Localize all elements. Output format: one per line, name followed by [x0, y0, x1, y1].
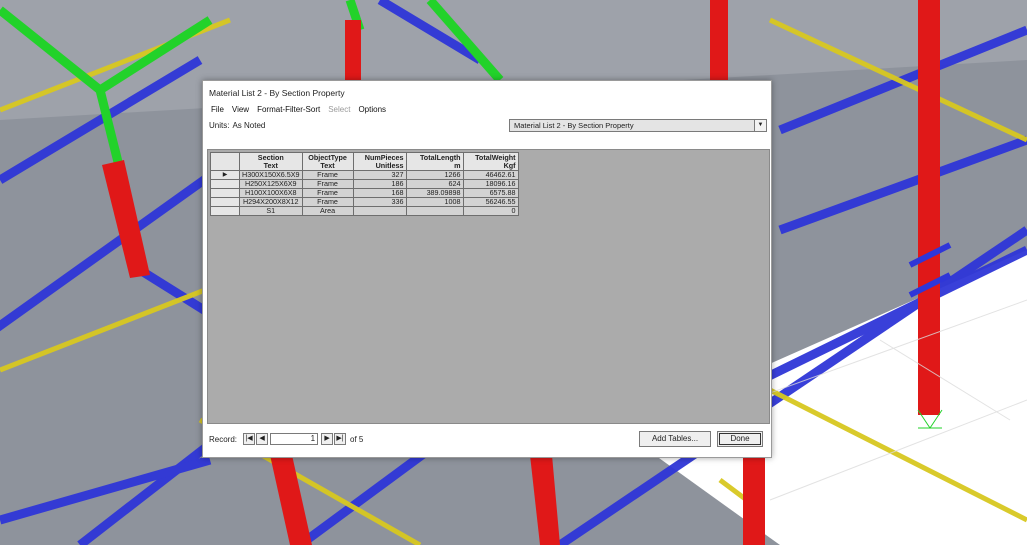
chevron-down-icon[interactable]: ▼	[754, 120, 766, 131]
table-row[interactable]: S1 Area 0	[210, 206, 519, 216]
units-display: Units: As Noted	[209, 121, 265, 130]
record-navigator: Record: |◀ ◀ 1 ▶ ▶| of 5	[209, 433, 363, 445]
table-select-dropdown[interactable]: Material List 2 - By Section Property ▼	[509, 119, 767, 132]
cell-numpieces[interactable]: 336	[352, 197, 407, 207]
dialog-title: Material List 2 - By Section Property	[209, 88, 345, 98]
add-tables-button[interactable]: Add Tables...	[639, 431, 711, 447]
column-header-totallength[interactable]: TotalLength m	[405, 152, 464, 171]
row-selector[interactable]	[210, 179, 240, 189]
units-label: Units:	[209, 121, 230, 130]
column-header-totalweight[interactable]: TotalWeight Kgf	[462, 152, 519, 171]
table-select-value: Material List 2 - By Section Property	[514, 121, 634, 130]
menu-options[interactable]: Options	[354, 105, 390, 114]
data-grid[interactable]: Section Text ObjectType Text NumPieces Unit…	[207, 149, 770, 424]
menu-select: Select	[328, 105, 351, 114]
cell-totalweight[interactable]: 56246.55	[462, 197, 519, 207]
record-label: Record:	[209, 434, 238, 444]
done-button[interactable]: Done	[717, 431, 763, 447]
cell-totallength[interactable]: 1008	[405, 197, 464, 207]
material-table: Section Text ObjectType Text NumPieces Unit…	[210, 152, 519, 216]
menu-file[interactable]: File	[207, 105, 228, 114]
row-selector[interactable]	[210, 197, 240, 207]
cell-section[interactable]: S1	[239, 206, 303, 216]
row-selector[interactable]	[210, 188, 240, 198]
cell-totallength[interactable]	[405, 206, 464, 216]
done-button-label: Done	[719, 433, 761, 445]
current-row-icon: ▶	[210, 170, 240, 180]
last-record-icon[interactable]: ▶|	[334, 433, 347, 445]
cell-totalweight[interactable]: 0	[462, 206, 519, 216]
next-record-icon[interactable]: ▶	[321, 433, 334, 445]
row-selector-header	[210, 152, 240, 171]
table-header-row: Section Text ObjectType Text NumPieces Unit…	[210, 152, 519, 171]
column-header-section[interactable]: Section Text	[239, 152, 303, 171]
menu-bar: File View Format-Filter-Sort Select Opti…	[207, 105, 390, 114]
first-record-icon[interactable]: |◀	[243, 433, 256, 445]
record-number-input[interactable]: 1	[270, 433, 319, 445]
material-list-dialog: Material List 2 - By Section Property Fi…	[202, 80, 772, 458]
menu-view[interactable]: View	[228, 105, 253, 114]
row-selector[interactable]	[210, 206, 240, 216]
table-row[interactable]: H294X200X8X12 Frame 336 1008 56246.55	[210, 197, 519, 207]
menu-format-filter-sort[interactable]: Format-Filter-Sort	[253, 105, 324, 114]
column-header-objecttype[interactable]: ObjectType Text	[301, 152, 354, 171]
previous-record-icon[interactable]: ◀	[256, 433, 269, 445]
units-value: As Noted	[232, 121, 266, 130]
record-count: of 5	[350, 434, 364, 444]
cell-numpieces[interactable]	[352, 206, 407, 216]
column-header-numpieces[interactable]: NumPieces Unitless	[352, 152, 407, 171]
cell-objecttype[interactable]: Area	[301, 206, 354, 216]
